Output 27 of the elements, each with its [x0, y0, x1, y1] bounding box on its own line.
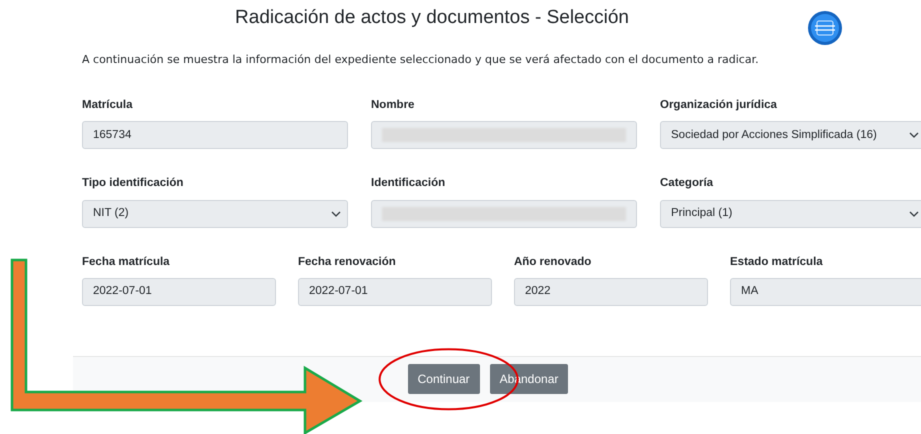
field-label: Identificación [371, 176, 446, 192]
page-title: Radicación de actos y documentos - Selección [234, 7, 630, 30]
caret-icon [331, 210, 341, 218]
continue-button[interactable]: Continuar [408, 364, 480, 394]
caret-icon [909, 131, 919, 140]
field-label: Fecha renovación [298, 254, 397, 270]
terms-badge-icon[interactable] [807, 10, 843, 46]
field-label: Matrícula [82, 98, 134, 113]
input-field[interactable]: MA [730, 278, 921, 306]
select-field[interactable]: Sociedad por Acciones Simplificada (16) [660, 121, 921, 150]
field-label: Año renovado [514, 254, 592, 270]
select-field[interactable]: Principal (1) [660, 200, 921, 228]
field-label: Categoría [660, 176, 714, 192]
field-label: Nombre [371, 98, 416, 113]
input-field[interactable] [371, 200, 637, 228]
field-label: Organización jurídica [660, 98, 778, 113]
input-field[interactable]: 2022-07-01 [82, 278, 276, 306]
input-field[interactable]: 165734 [82, 121, 348, 150]
field-label: Fecha matrícula [82, 254, 171, 270]
input-field[interactable]: 2022-07-01 [298, 278, 492, 306]
select-field[interactable]: NIT (2) [82, 200, 348, 228]
input-field[interactable]: 2022 [514, 278, 708, 306]
field-label: Tipo identificación [82, 176, 184, 192]
intro-text: A continuación se muestra la información del expediente seleccionado y que se verá afectado con el documento a radicar. [82, 52, 759, 68]
input-field[interactable] [371, 121, 637, 150]
caret-icon [909, 210, 919, 218]
field-label: Estado matrícula [730, 254, 824, 270]
